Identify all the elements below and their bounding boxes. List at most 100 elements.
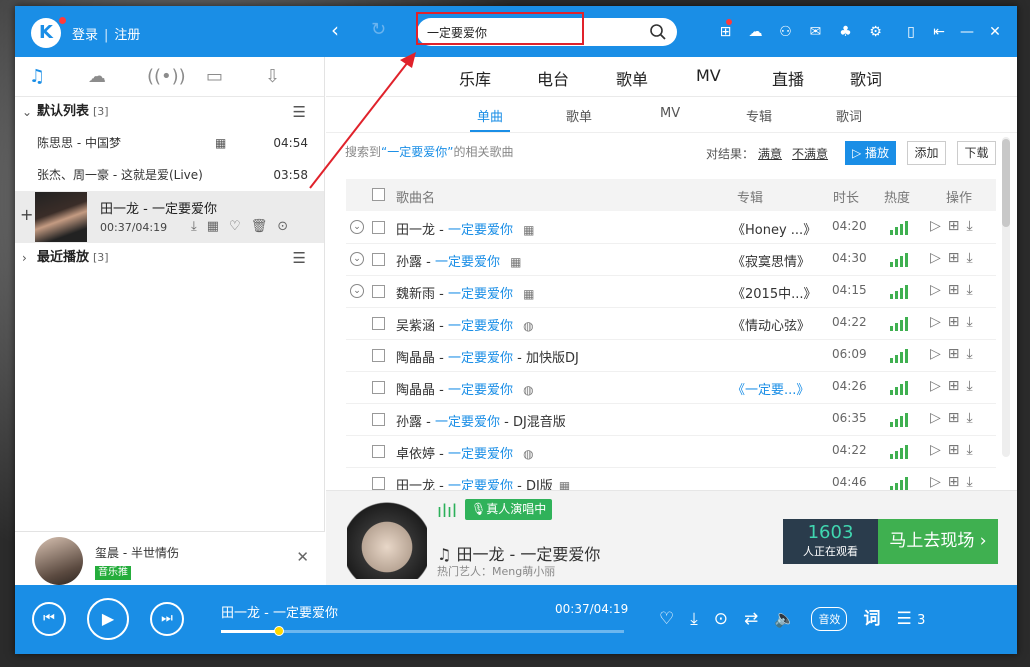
song-cell[interactable]: 陶晶晶 - 一定要爱你 - 加快版DJ bbox=[396, 347, 579, 366]
tab-library[interactable]: 乐库 bbox=[459, 66, 491, 90]
row-checkbox[interactable] bbox=[372, 285, 385, 298]
tab-lyrics[interactable]: 歌词 bbox=[850, 66, 882, 90]
add-icon[interactable]: ⊞ bbox=[948, 250, 960, 266]
trash-icon[interactable]: 🗑 bbox=[251, 219, 268, 234]
song-cell[interactable]: 魏新雨 - 一定要爱你 ▦ bbox=[396, 283, 534, 302]
shirt-icon[interactable]: ♣ bbox=[835, 22, 856, 42]
more-icon[interactable]: ⊙ bbox=[277, 219, 288, 234]
song-name[interactable]: 一定要爱你 bbox=[448, 287, 513, 302]
mv-icon[interactable]: ▦ bbox=[215, 127, 226, 159]
minimize-icon[interactable]: — bbox=[957, 22, 977, 42]
song-cell[interactable]: 孙露 - 一定要爱你 - DJ混音版 bbox=[396, 411, 566, 430]
scrollbar[interactable] bbox=[1002, 137, 1010, 457]
row-checkbox[interactable] bbox=[372, 477, 385, 490]
mini-mode-icon[interactable]: ⇤ bbox=[929, 22, 949, 42]
list-menu-icon[interactable]: ☰ bbox=[293, 243, 306, 273]
download-manager-icon[interactable]: ⇩ bbox=[265, 66, 324, 87]
download-icon[interactable]: ⤓ bbox=[967, 442, 973, 458]
default-list-header[interactable]: ⌄ 默认列表 [3] ☰ bbox=[15, 97, 324, 127]
table-row[interactable]: 卓依婷 - 一定要爱你 ◍ 04:22 ▷ ⊞ ⤓ bbox=[346, 436, 996, 468]
add-icon[interactable]: ⊞ bbox=[948, 314, 960, 330]
tab-playlist[interactable]: 歌单 bbox=[616, 66, 648, 90]
mv-icon[interactable]: ▦ bbox=[523, 223, 534, 237]
subtab-album[interactable]: 专辑 bbox=[746, 106, 772, 125]
game-controller-icon[interactable]: ⚇ bbox=[775, 22, 796, 42]
table-row[interactable]: 陶晶晶 - 一定要爱你 - 加快版DJ 06:09 ▷ ⊞ ⤓ bbox=[346, 340, 996, 372]
subtab-playlist[interactable]: 歌单 bbox=[566, 106, 592, 125]
album-cell[interactable]: 《2015中...》 bbox=[732, 283, 816, 302]
song-cell[interactable]: 陶晶晶 - 一定要爱你 ◍ bbox=[396, 379, 534, 398]
table-row[interactable]: 陶晶晶 - 一定要爱你 ◍ 《一定要...》 04:26 ▷ ⊞ ⤓ bbox=[346, 372, 996, 404]
app-logo[interactable]: K bbox=[31, 18, 61, 48]
play-icon[interactable]: ▷ bbox=[930, 442, 941, 458]
download-icon[interactable]: ⤓ bbox=[967, 282, 973, 298]
song-name[interactable]: 一定要爱你 bbox=[448, 447, 513, 462]
row-checkbox[interactable] bbox=[372, 381, 385, 394]
table-row[interactable]: ⌄ 魏新雨 - 一定要爱你 ▦ 《2015中...》 04:15 ▷ ⊞ ⤓ bbox=[346, 276, 996, 308]
next-icon[interactable]: ⏭ bbox=[150, 602, 184, 636]
row-checkbox[interactable] bbox=[372, 445, 385, 458]
sound-effect-button[interactable]: 音效 bbox=[811, 607, 848, 631]
progress-handle[interactable] bbox=[273, 626, 284, 636]
download-icon[interactable]: ⤓ bbox=[967, 250, 973, 266]
song-name[interactable]: 一定要爱你 bbox=[448, 351, 513, 366]
row-checkbox[interactable] bbox=[372, 349, 385, 362]
song-name[interactable]: 一定要爱你 bbox=[448, 383, 513, 398]
previous-icon[interactable]: ⏮ bbox=[32, 602, 66, 636]
play-icon[interactable]: ▷ bbox=[930, 346, 941, 362]
song-name[interactable]: 一定要爱你 bbox=[448, 223, 513, 238]
download-button[interactable]: 下载 bbox=[957, 141, 996, 165]
mv-icon[interactable]: ▦ bbox=[510, 255, 521, 269]
feedback-bad-link[interactable]: 不满意 bbox=[792, 147, 828, 161]
mobile-icon[interactable]: ▯ bbox=[901, 22, 921, 42]
apps-grid-icon[interactable]: ⊞ bbox=[715, 22, 736, 42]
progress-slider[interactable] bbox=[221, 626, 624, 636]
table-row[interactable]: ⌄ 孙露 - 一定要爱你 ▦ 《寂寞思情》 04:30 ▷ ⊞ ⤓ bbox=[346, 244, 996, 276]
play-icon[interactable]: ▷ bbox=[930, 410, 941, 426]
table-row[interactable]: ⌄ 田一龙 - 一定要爱你 ▦ 《Honey ...》 04:20 ▷ ⊞ ⤓ bbox=[346, 212, 996, 244]
more-icon[interactable]: ⊙ bbox=[714, 607, 728, 631]
play-icon[interactable]: ▷ bbox=[930, 282, 941, 298]
row-checkbox[interactable] bbox=[372, 221, 385, 234]
loop-icon[interactable]: ⇄ bbox=[744, 607, 758, 631]
recent-list-header[interactable]: › 最近播放 [3] ☰ bbox=[15, 243, 324, 273]
expand-icon[interactable]: ⌄ bbox=[350, 220, 364, 234]
login-link[interactable]: 登录 bbox=[72, 24, 98, 43]
music-note-icon[interactable]: ♫ bbox=[29, 66, 88, 87]
song-name[interactable]: 一定要爱你 bbox=[448, 319, 513, 334]
add-icon[interactable]: ⊞ bbox=[948, 442, 960, 458]
add-icon[interactable]: ⊞ bbox=[948, 474, 960, 490]
device-icon[interactable]: ▭ bbox=[206, 66, 265, 87]
register-link[interactable]: 注册 bbox=[114, 24, 140, 43]
table-row[interactable]: 孙露 - 一定要爱你 - DJ混音版 06:35 ▷ ⊞ ⤓ bbox=[346, 404, 996, 436]
radio-icon[interactable]: ((•)) bbox=[147, 66, 206, 87]
play-icon[interactable]: ▷ bbox=[930, 474, 941, 490]
song-cell[interactable]: 吴紫涵 - 一定要爱你 ◍ bbox=[396, 315, 534, 334]
list-menu-icon[interactable]: ☰ bbox=[293, 97, 306, 127]
add-button[interactable]: 添加 bbox=[907, 141, 946, 165]
album-cell[interactable]: 《寂寞思情》 bbox=[732, 251, 816, 270]
recommend-card[interactable]: 玺晨 - 半世情伤 音乐推 ✕ bbox=[15, 531, 325, 585]
select-all-checkbox[interactable] bbox=[372, 188, 385, 201]
settings-gear-icon[interactable]: ⚙ bbox=[865, 22, 886, 42]
album-cell[interactable]: 《一定要...》 bbox=[732, 379, 816, 398]
row-checkbox[interactable] bbox=[372, 317, 385, 330]
download-icon[interactable]: ⤓ bbox=[967, 378, 973, 394]
tab-live[interactable]: 直播 bbox=[772, 66, 804, 90]
add-icon[interactable]: ⊞ bbox=[948, 410, 960, 426]
download-icon[interactable]: ⤓ bbox=[690, 607, 698, 631]
volume-icon[interactable]: 🔈 bbox=[774, 607, 795, 631]
cloud-icon[interactable]: ☁ bbox=[88, 66, 147, 87]
mv-icon[interactable]: ▦ bbox=[523, 287, 534, 301]
tab-mv[interactable]: MV bbox=[696, 66, 721, 85]
album-cell[interactable]: 《Honey ...》 bbox=[732, 219, 816, 238]
play-icon[interactable]: ▷ bbox=[930, 378, 941, 394]
play-icon[interactable]: ▶ bbox=[87, 598, 129, 640]
download-icon[interactable]: ⤓ bbox=[967, 474, 973, 490]
search-icon[interactable] bbox=[649, 23, 667, 41]
song-cell[interactable]: 卓依婷 - 一定要爱你 ◍ bbox=[396, 443, 534, 462]
download-icon[interactable]: ⤓ bbox=[967, 346, 973, 362]
subtab-mv[interactable]: MV bbox=[660, 106, 680, 121]
subtab-lyrics[interactable]: 歌词 bbox=[836, 106, 862, 125]
live-thumbnail[interactable] bbox=[347, 499, 427, 579]
